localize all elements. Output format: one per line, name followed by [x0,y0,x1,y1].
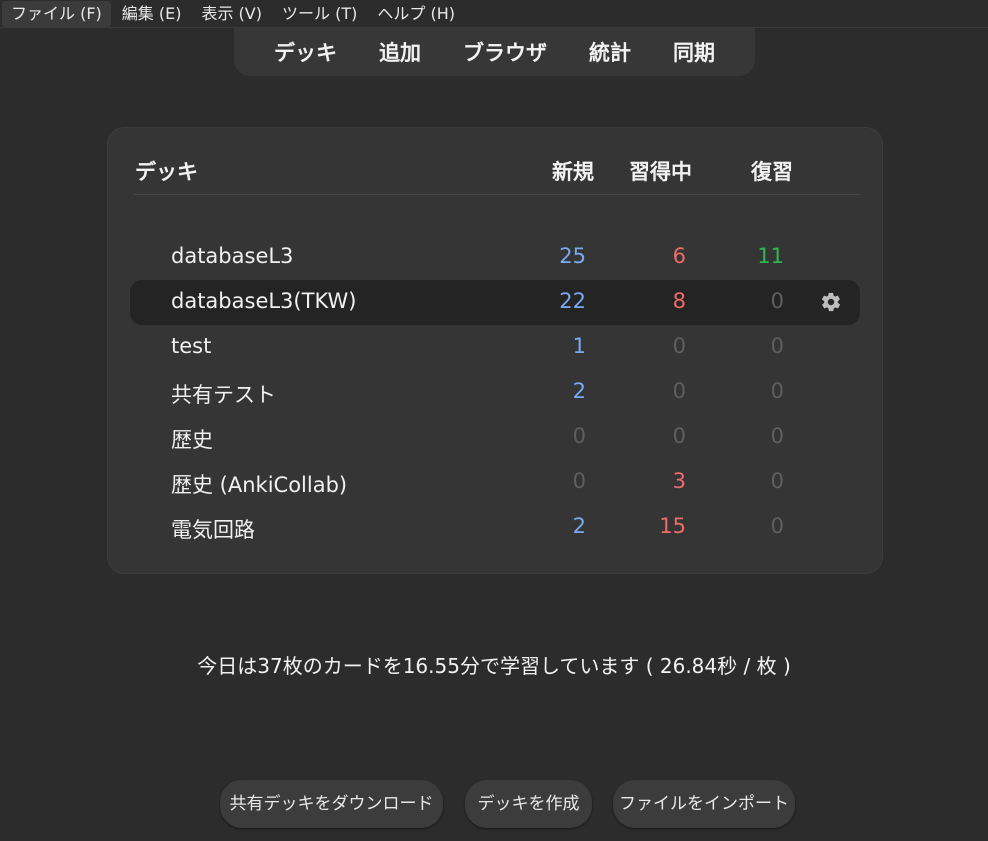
new-count: 0 [572,424,586,448]
learning-count: 0 [672,334,686,358]
review-count: 0 [770,379,784,403]
toolbar-decks[interactable]: デッキ [274,37,337,67]
menu-bar: ファイル (F) 編集 (E) 表示 (V) ツール (T) ヘルプ (H) [0,0,988,28]
toolbar-browse[interactable]: ブラウザ [463,37,547,67]
review-count: 0 [770,289,784,313]
deck-name[interactable]: 共有テスト [171,379,276,409]
deck-row[interactable]: 共有テスト 2 0 0 [130,370,860,415]
review-count: 0 [770,514,784,538]
header-review: 復習 [751,160,793,184]
deck-row[interactable]: databaseL3 25 6 11 [130,235,860,280]
deck-row[interactable]: 電気回路 2 15 0 [130,505,860,550]
learning-count: 6 [672,244,686,268]
deck-row[interactable]: 歴史 0 0 0 [130,415,860,460]
deck-list-panel: デッキ 新規 習得中 復習 databaseL3 25 6 11 databas… [108,128,882,573]
get-shared-button[interactable]: 共有デッキをダウンロード [220,780,443,828]
new-count: 22 [559,289,586,313]
toolbar-add[interactable]: 追加 [379,37,421,67]
toolbar-sync[interactable]: 同期 [673,37,715,67]
menu-file[interactable]: ファイル (F) [2,0,111,27]
learning-count: 8 [672,289,686,313]
header-divider [134,194,860,195]
create-deck-button[interactable]: デッキを作成 [465,780,592,828]
header-deck: デッキ [135,160,198,184]
deck-name[interactable]: databaseL3 [171,244,293,268]
deck-name[interactable]: 歴史 [171,424,213,454]
new-count: 1 [572,334,586,358]
review-count: 0 [770,334,784,358]
new-count: 25 [559,244,586,268]
review-count: 11 [757,244,784,268]
deck-name[interactable]: 電気回路 [171,514,255,544]
learning-count: 3 [672,469,686,493]
learning-count: 15 [659,514,686,538]
gear-icon[interactable] [820,291,842,313]
new-count: 0 [572,469,586,493]
header-learning: 習得中 [629,160,692,184]
menu-view[interactable]: 表示 (V) [192,1,271,27]
review-count: 0 [770,469,784,493]
review-count: 0 [770,424,784,448]
toolbar-stats[interactable]: 統計 [589,37,631,67]
deck-name[interactable]: 歴史 (AnkiCollab) [171,469,347,499]
study-summary: 今日は37枚のカードを16.55分で学習しています ( 26.84秒 / 枚 ) [197,654,791,678]
deck-row[interactable]: 歴史 (AnkiCollab) 0 3 0 [130,460,860,505]
menu-tools[interactable]: ツール (T) [273,1,366,27]
top-toolbar: デッキ 追加 ブラウザ 統計 同期 [234,28,755,76]
new-count: 2 [572,514,586,538]
learning-count: 0 [672,424,686,448]
menu-help[interactable]: ヘルプ (H) [368,1,464,27]
new-count: 2 [572,379,586,403]
deck-row-current[interactable]: databaseL3(TKW) 22 8 0 [130,280,860,325]
deck-row[interactable]: test 1 0 0 [130,325,860,370]
deck-name[interactable]: test [171,334,211,358]
import-file-button[interactable]: ファイルをインポート [613,780,795,828]
menu-edit[interactable]: 編集 (E) [113,1,191,27]
learning-count: 0 [672,379,686,403]
deck-name[interactable]: databaseL3(TKW) [171,289,356,313]
header-new: 新規 [552,160,594,184]
